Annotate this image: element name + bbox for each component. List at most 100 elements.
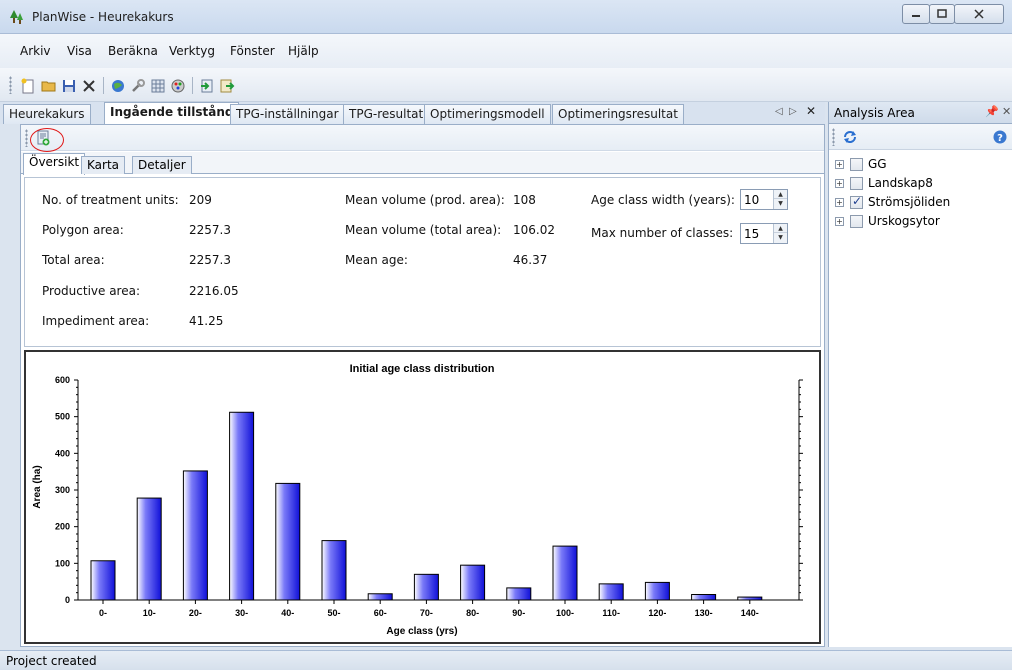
export-icon[interactable]: [218, 77, 236, 95]
red-annotation-circle: [30, 128, 64, 152]
stat-label: Mean volume (prod. area):: [345, 193, 505, 207]
spin-up-icon[interactable]: ▲: [774, 224, 787, 233]
import-icon[interactable]: [198, 77, 216, 95]
tab-heurekakurs[interactable]: Heurekakurs: [3, 104, 91, 124]
tab-scroll-right-icon[interactable]: ▷: [789, 106, 797, 117]
analysis-area-pane: Analysis Area 📌 ✕ ? + GG + Landskap8 + S…: [828, 102, 1012, 647]
maximize-button[interactable]: [929, 4, 955, 24]
menu-fonster[interactable]: Fönster: [230, 44, 275, 58]
tab-tpg-resultat[interactable]: TPG-resultat: [343, 104, 430, 124]
spinner-buttons: ▲ ▼: [773, 224, 787, 243]
spinner-value[interactable]: 10: [744, 193, 759, 207]
checkbox[interactable]: [850, 177, 863, 190]
minimize-button[interactable]: [902, 4, 930, 24]
x-tick-label: 60-: [374, 608, 387, 618]
stat-value: 46.37: [513, 253, 548, 267]
spin-up-icon[interactable]: ▲: [774, 190, 787, 199]
x-tick-label: 40-: [281, 608, 294, 618]
x-tick-label: 0-: [99, 608, 107, 618]
expand-icon[interactable]: +: [835, 179, 844, 188]
grid-settings-icon[interactable]: [149, 77, 167, 95]
tab-oversikt[interactable]: Översikt: [23, 153, 86, 175]
pin-icon[interactable]: 📌: [985, 105, 999, 118]
bar: [321, 540, 347, 601]
spinner-buttons: ▲ ▼: [773, 190, 787, 209]
toolbar-separator: [103, 77, 104, 94]
globe-icon[interactable]: [109, 77, 127, 95]
toolbar-grip[interactable]: [25, 129, 28, 147]
bar: [552, 545, 578, 601]
pane-title: Analysis Area: [834, 106, 915, 120]
delete-icon[interactable]: [80, 77, 98, 95]
statistics-panel: No. of treatment units: 209 Polygon area…: [24, 177, 821, 347]
menu-hjalp[interactable]: Hjälp: [288, 44, 319, 58]
spin-down-icon[interactable]: ▼: [774, 199, 787, 208]
analysis-area-tree: + GG + Landskap8 + Strömsjöliden + Ursko…: [829, 150, 1012, 647]
checkbox[interactable]: [850, 158, 863, 171]
checkbox[interactable]: [850, 215, 863, 228]
tab-optimeringsmodell[interactable]: Optimeringsmodell: [424, 104, 551, 124]
help-icon[interactable]: ?: [991, 128, 1009, 146]
max-classes-spinner[interactable]: 15 ▲ ▼: [740, 223, 788, 244]
stat-value: 2257.3: [189, 253, 231, 267]
expand-icon[interactable]: +: [835, 198, 844, 207]
x-tick-label: 10-: [143, 608, 156, 618]
new-file-icon[interactable]: [19, 77, 37, 95]
close-button[interactable]: [954, 4, 1004, 24]
y-tick-label: 0: [65, 595, 70, 605]
pane-toolbar: ?: [829, 124, 1012, 150]
bar: [506, 587, 532, 601]
tab-ingaende-tillstand[interactable]: Ingående tillstånd: [104, 102, 240, 125]
tab-detaljer[interactable]: Detaljer: [132, 156, 192, 174]
window-title: PlanWise - Heurekakurs: [32, 10, 174, 24]
refresh-icon[interactable]: [841, 128, 859, 146]
stat-value: 2257.3: [189, 223, 231, 237]
y-tick-label: 100: [55, 558, 70, 568]
x-tick-label: 110-: [602, 608, 620, 618]
y-tick-label: 200: [55, 522, 70, 532]
tab-scroll-left-icon[interactable]: ◁: [775, 106, 783, 117]
toolbar-grip[interactable]: [9, 76, 12, 94]
spinner-value[interactable]: 15: [744, 227, 759, 241]
toolbar-grip[interactable]: [832, 128, 835, 146]
stat-value: 209: [189, 193, 212, 207]
x-tick-label: 90-: [512, 608, 525, 618]
bar: [367, 593, 393, 601]
age-class-width-spinner[interactable]: 10 ▲ ▼: [740, 189, 788, 210]
bar: [691, 594, 717, 601]
spin-down-icon[interactable]: ▼: [774, 233, 787, 242]
chart-svg: Initial age class distribution Age class…: [32, 363, 803, 637]
tab-tpg-installningar[interactable]: TPG-inställningar: [230, 104, 345, 124]
bar: [413, 573, 439, 601]
status-text: Project created: [6, 654, 97, 668]
menu-arkiv[interactable]: Arkiv: [20, 44, 51, 58]
document-tab-strip: Heurekakurs Ingående tillstånd TPG-instä…: [0, 102, 825, 125]
pane-close-icon[interactable]: ✕: [1002, 105, 1011, 118]
menu-visa[interactable]: Visa: [67, 44, 92, 58]
bar: [460, 564, 486, 601]
expand-icon[interactable]: +: [835, 217, 844, 226]
main-panel: Översikt Karta Detaljer No. of treatment…: [20, 124, 825, 647]
svg-text:?: ?: [997, 133, 1003, 144]
menu-verktyg[interactable]: Verktyg: [169, 44, 215, 58]
chart-title: Initial age class distribution: [350, 363, 495, 375]
y-axis-label: Area (ha): [32, 465, 43, 508]
expand-icon[interactable]: +: [835, 160, 844, 169]
tab-close-icon[interactable]: ✕: [806, 104, 816, 118]
bar: [136, 497, 162, 601]
stat-label: Max number of classes:: [591, 226, 734, 240]
palette-icon[interactable]: [169, 77, 187, 95]
tools-icon[interactable]: [129, 77, 147, 95]
menu-berakna[interactable]: Beräkna: [108, 44, 158, 58]
x-tick-label: 120-: [648, 608, 666, 618]
save-icon[interactable]: [60, 77, 78, 95]
tab-optimeringsresultat[interactable]: Optimeringsresultat: [552, 104, 684, 124]
stat-value: 2216.05: [189, 284, 239, 298]
open-folder-icon[interactable]: [40, 77, 58, 95]
bar: [90, 560, 116, 601]
tab-karta[interactable]: Karta: [81, 156, 126, 174]
checkbox-checked[interactable]: [850, 194, 863, 209]
tree-item-label: Urskogsytor: [868, 214, 940, 228]
status-bar: Project created: [0, 650, 1012, 670]
stat-label: Polygon area:: [42, 223, 124, 237]
